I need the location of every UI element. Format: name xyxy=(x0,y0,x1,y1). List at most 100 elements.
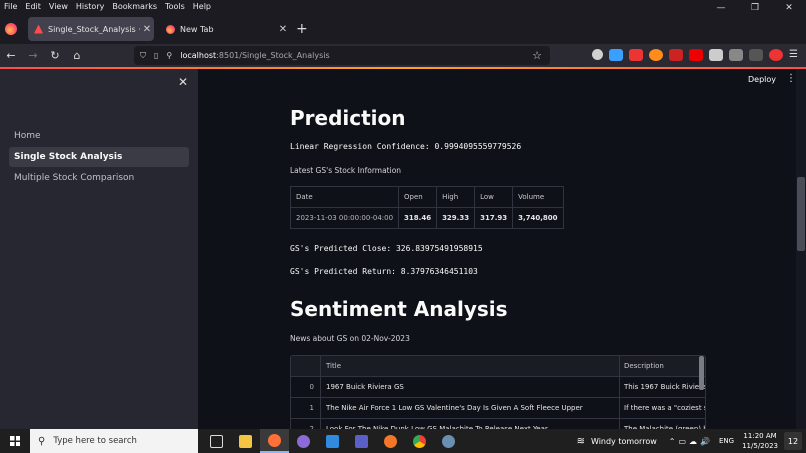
permissions-icon[interactable]: ⚲ xyxy=(166,51,172,60)
menu-file[interactable]: File xyxy=(0,2,21,11)
reader-extension-icon[interactable] xyxy=(709,49,723,61)
main-scrollbar-track[interactable] xyxy=(796,69,806,429)
app-taskbar-icon[interactable] xyxy=(434,429,463,453)
youtube-extension-icon[interactable] xyxy=(689,49,703,61)
news-caption: News about GS on 02-Nov-2023 xyxy=(290,334,410,343)
vscode-taskbar-icon[interactable] xyxy=(318,429,347,453)
hamburger-menu-icon[interactable]: ☰ xyxy=(789,49,803,61)
misc-extension-icon[interactable] xyxy=(749,49,763,61)
main-content: Deploy ⋮ Prediction Linear Regression Co… xyxy=(198,69,806,429)
row-description[interactable]: This 1967 Buick Riviera xyxy=(620,377,705,397)
ublock-icon[interactable] xyxy=(669,49,683,61)
video-extension-icon[interactable] xyxy=(629,49,643,61)
main-scrollbar-thumb[interactable] xyxy=(797,177,805,251)
record-extension-icon[interactable] xyxy=(769,49,783,61)
row-title[interactable]: The Nike Air Force 1 Low GS Valentine's … xyxy=(321,398,620,418)
forward-arrow-icon[interactable]: → xyxy=(22,49,44,62)
notification-center-icon[interactable]: 12 xyxy=(784,432,802,450)
sidebar-item-multiple-stock-comparison[interactable]: Multiple Stock Comparison xyxy=(9,168,189,188)
browser-menubar: File Edit View History Bookmarks Tools H… xyxy=(0,0,806,13)
row-index: 2 xyxy=(291,419,321,429)
back-arrow-icon[interactable]: ← xyxy=(0,49,22,62)
file-explorer-icon[interactable] xyxy=(231,429,260,453)
row-title[interactable]: Look For The Nike Dunk Low GS Malachite … xyxy=(321,419,620,429)
menu-history[interactable]: History xyxy=(72,2,108,11)
cell-volume: 3,740,800 xyxy=(512,207,564,229)
windows-taskbar: ⚲ Type here to search ≋ Windy tomorrow ⌃… xyxy=(0,429,806,453)
teams-taskbar-icon[interactable] xyxy=(347,429,376,453)
fox-extension-icon[interactable] xyxy=(649,49,663,61)
url-bar[interactable]: ⛉ ▯ ⚲ localhost:8501/Single_Stock_Analys… xyxy=(134,46,550,65)
browser-navbar: ← → ↻ ⌂ ⛉ ▯ ⚲ localhost:8501/Single_Stoc… xyxy=(0,44,806,67)
column-header-date: Date xyxy=(289,186,400,208)
table-row[interactable]: 1 The Nike Air Force 1 Low GS Valentine'… xyxy=(291,398,705,419)
bookmark-star-icon[interactable]: ☆ xyxy=(532,49,542,62)
sidebar-item-single-stock-analysis[interactable]: Single Stock Analysis xyxy=(9,147,189,167)
clock-date: 11/5/2023 xyxy=(742,442,778,450)
predicted-return: GS's Predicted Return: 8.37976346451103 xyxy=(290,267,478,276)
column-header-open: Open xyxy=(398,186,438,208)
search-placeholder: Type here to search xyxy=(53,436,137,446)
table-header-row: Date Open High Low Volume xyxy=(289,186,564,208)
tray-icons[interactable]: ⌃▭☁🔊 xyxy=(669,437,713,446)
new-tab-plus-icon[interactable]: + xyxy=(296,21,308,37)
sidebar-item-home[interactable]: Home xyxy=(9,126,189,146)
row-description[interactable]: If there was a "coziest s xyxy=(620,398,705,418)
tab-single-stock-analysis[interactable]: Single_Stock_Analysis · Streamlit ✕ xyxy=(28,17,154,41)
start-button[interactable] xyxy=(0,429,30,453)
news-header-row: Title Description xyxy=(291,356,705,377)
menu-bookmarks[interactable]: Bookmarks xyxy=(108,2,161,11)
reload-icon[interactable]: ↻ xyxy=(44,49,66,62)
tab-close-icon[interactable]: ✕ xyxy=(140,24,154,35)
sidebar-nav: Home Single Stock Analysis Multiple Stoc… xyxy=(9,126,189,189)
discord-taskbar-icon[interactable] xyxy=(289,429,318,453)
table-row[interactable]: 2 Look For The Nike Dunk Low GS Malachit… xyxy=(291,419,705,429)
regression-confidence: Linear Regression Confidence: 0.99940955… xyxy=(290,142,522,151)
column-header-title[interactable]: Title xyxy=(321,356,620,376)
firefox-favicon-icon xyxy=(166,24,175,34)
row-description[interactable]: The Malachite (green) h xyxy=(620,419,705,429)
menu-edit[interactable]: Edit xyxy=(21,2,45,11)
language-indicator[interactable]: ENG xyxy=(719,437,734,445)
tab-close-icon[interactable]: ✕ xyxy=(276,24,290,35)
column-header-high: High xyxy=(436,186,476,208)
pocket-icon[interactable] xyxy=(592,49,603,60)
page-info-icon[interactable]: ▯ xyxy=(154,51,158,60)
home-icon[interactable]: ⌂ xyxy=(66,49,88,62)
extension-toolbar: ☰ xyxy=(592,49,803,61)
taskbar-search-box[interactable]: ⚲ Type here to search xyxy=(30,429,198,453)
screenshot-extension-icon[interactable] xyxy=(729,49,743,61)
taskbar-apps xyxy=(202,429,463,453)
news-table-scrollbar[interactable] xyxy=(699,356,704,390)
deploy-button[interactable]: Deploy xyxy=(748,75,776,84)
cell-open: 318.46 xyxy=(398,207,438,229)
column-header-description[interactable]: Description xyxy=(620,356,705,376)
menu-view[interactable]: View xyxy=(45,2,72,11)
menu-tools[interactable]: Tools xyxy=(161,2,189,11)
sidebar: ✕ Home Single Stock Analysis Multiple St… xyxy=(0,69,198,429)
download-icon[interactable] xyxy=(609,49,623,61)
row-index: 0 xyxy=(291,377,321,397)
jupyter-taskbar-icon[interactable] xyxy=(376,429,405,453)
latest-info-caption: Latest GS's Stock Information xyxy=(290,166,402,175)
weather-widget[interactable]: ≋ Windy tomorrow xyxy=(577,436,657,447)
notification-count: 12 xyxy=(787,436,799,446)
row-title[interactable]: 1967 Buick Riviera GS xyxy=(321,377,620,397)
main-menu-kebab-icon[interactable]: ⋮ xyxy=(786,73,796,84)
menu-help[interactable]: Help xyxy=(189,2,215,11)
shield-icon[interactable]: ⛉ xyxy=(140,51,146,61)
cell-low: 317.93 xyxy=(474,207,514,229)
firefox-menu-icon[interactable] xyxy=(5,23,17,35)
task-view-icon[interactable] xyxy=(202,429,231,453)
news-dataframe[interactable]: Title Description 0 1967 Buick Riviera G… xyxy=(290,355,706,429)
wind-icon: ≋ xyxy=(576,435,585,447)
firefox-taskbar-icon[interactable] xyxy=(260,429,289,453)
clock[interactable]: 11:20 AM 11/5/2023 xyxy=(742,431,778,451)
chrome-taskbar-icon[interactable] xyxy=(405,429,434,453)
sidebar-close-icon[interactable]: ✕ xyxy=(178,75,188,89)
streamlit-favicon-icon xyxy=(34,24,43,34)
tab-new-tab[interactable]: New Tab ✕ xyxy=(160,17,290,41)
column-header-low: Low xyxy=(474,186,514,208)
table-row[interactable]: 0 1967 Buick Riviera GS This 1967 Buick … xyxy=(291,377,705,398)
system-tray: ≋ Windy tomorrow ⌃▭☁🔊 ENG 11:20 AM 11/5/… xyxy=(577,429,806,453)
